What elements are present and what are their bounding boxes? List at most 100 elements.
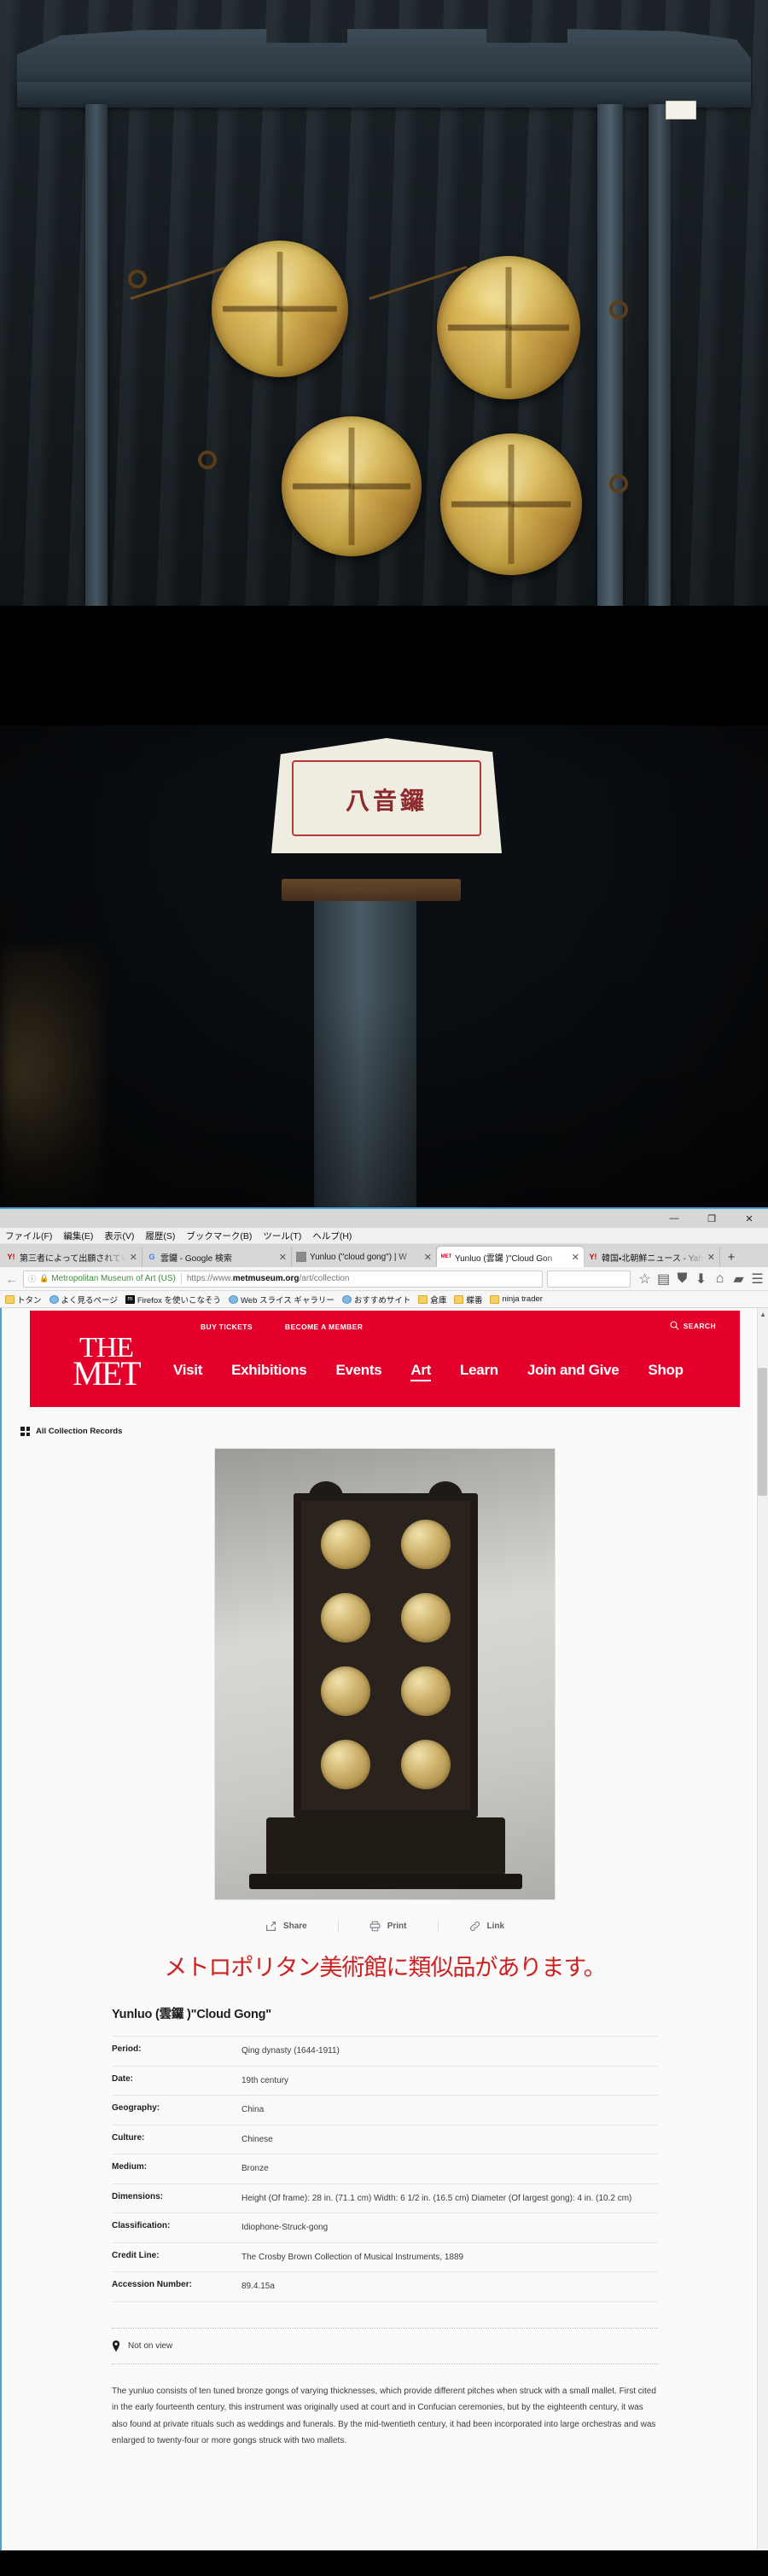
print-button[interactable]: Print: [337, 1921, 438, 1932]
menu-history[interactable]: 履歴(S): [145, 1230, 175, 1242]
browser-tab-3[interactable]: Yunluo ("cloud gong") | W ✕: [292, 1247, 437, 1267]
scrollbar-thumb[interactable]: [758, 1368, 767, 1496]
reader-icon[interactable]: ▤: [657, 1272, 670, 1287]
nav-art[interactable]: Art: [410, 1362, 431, 1381]
menu-view[interactable]: 表示(V): [104, 1230, 134, 1242]
menu-help[interactable]: ヘルプ(H): [312, 1230, 352, 1242]
browser-tab-2[interactable]: G 雲鑼 - Google 検索 ✕: [143, 1247, 292, 1267]
buy-tickets-link[interactable]: BUY TICKETS: [201, 1323, 253, 1331]
browser-tab-4-active[interactable]: MET Yunluo (雲鑼 )"Cloud Gon ✕: [437, 1247, 584, 1267]
menu-icon[interactable]: ☰: [751, 1272, 764, 1287]
gong: [401, 1666, 451, 1716]
gong-4: [440, 433, 582, 575]
folder-icon: [490, 1294, 500, 1304]
globe-icon: [229, 1294, 239, 1304]
vignette: [0, 606, 768, 1207]
bookmark-item[interactable]: おすすめサイト: [341, 1294, 410, 1305]
maximize-button[interactable]: ❐: [693, 1209, 730, 1228]
window-titlebar: — ❐ ✕: [0, 1207, 768, 1228]
become-member-link[interactable]: BECOME A MEMBER: [285, 1323, 363, 1331]
gong-row-3: [305, 1655, 466, 1727]
met-logo[interactable]: THE MET: [57, 1334, 155, 1391]
bookmark-item[interactable]: 倉庫: [418, 1294, 446, 1305]
page-icon: [296, 1252, 306, 1262]
breadcrumb[interactable]: All Collection Records: [20, 1427, 768, 1436]
gong-hook: [198, 451, 217, 469]
field-value: Height (Of frame): 28 in. (71.1 cm) Widt…: [241, 2193, 632, 2203]
star-icon[interactable]: ☆: [638, 1272, 651, 1287]
pocket-icon[interactable]: ⛊: [676, 1271, 689, 1286]
globe-icon: [49, 1294, 59, 1304]
home-icon[interactable]: ⌂: [713, 1271, 726, 1286]
field-value: Idiophone-Struck-gong: [241, 2223, 329, 2232]
print-label: Print: [387, 1922, 407, 1931]
object-title: Yunluo (雲鑼 )"Cloud Gong": [112, 2008, 271, 2021]
toolbar-icons: ☆ ▤ ⛊ ⬇ ⌂ ▰ ☰: [635, 1271, 764, 1287]
rack-finial-left: [309, 1481, 343, 1497]
gong-hook: [128, 270, 147, 288]
stand-top-rail-lower: [17, 82, 751, 108]
tab-close-icon[interactable]: ✕: [707, 1252, 715, 1263]
browser-tab-5[interactable]: Y! 韓国・北朝鮮ニュース - Yaho ✕: [584, 1247, 720, 1267]
link-label: Link: [486, 1922, 505, 1931]
location-status: Not on view: [112, 2329, 658, 2364]
tab-label: Yunluo (雲鑼 )"Cloud Gon: [455, 1253, 553, 1264]
field-label: Geography:: [112, 2103, 160, 2113]
scroll-up-icon[interactable]: ▲: [759, 1311, 766, 1318]
artwork-image[interactable]: [214, 1448, 556, 1900]
new-tab-button[interactable]: +: [720, 1247, 742, 1267]
page-scrollbar[interactable]: ▲: [757, 1308, 768, 2576]
bookmark-item[interactable]: 蝶番: [454, 1294, 482, 1305]
gong-hook: [609, 474, 628, 493]
menu-bookmarks[interactable]: ブックマーク(B): [186, 1230, 252, 1242]
gong-1: [212, 241, 348, 377]
back-button[interactable]: ←: [4, 1271, 19, 1286]
share-button[interactable]: Share: [235, 1921, 338, 1932]
browser-tab-1[interactable]: Y! 第三者によって出願されてい ✕: [2, 1247, 143, 1267]
info-icon[interactable]: ⓘ: [28, 1273, 36, 1284]
close-button[interactable]: ✕: [730, 1209, 768, 1228]
bookmark-label: よく見るページ: [61, 1295, 118, 1305]
bookmark-item[interactable]: ninja trader: [490, 1294, 543, 1304]
site-identity[interactable]: 🔒 Metropolitan Museum of Art (US): [39, 1274, 176, 1283]
tab-close-icon[interactable]: ✕: [130, 1252, 137, 1263]
bookmark-item[interactable]: トタン: [5, 1294, 42, 1305]
tab-close-icon[interactable]: ✕: [424, 1252, 432, 1263]
table-row: Accession Number: 89.4.15a: [112, 2271, 658, 2301]
nav-exhibitions[interactable]: Exhibitions: [231, 1362, 307, 1381]
tab-close-icon[interactable]: ✕: [572, 1252, 579, 1263]
field-value: 89.4.15a: [241, 2282, 275, 2291]
object-actions: Share Print Link: [2, 1921, 768, 1932]
menu-edit[interactable]: 編集(E): [63, 1230, 93, 1242]
table-row: Classification: Idiophone-Struck-gong: [112, 2213, 658, 2243]
bookmark-label: 蝶番: [466, 1295, 483, 1305]
gong: [321, 1593, 370, 1643]
bookmark-item[interactable]: m Firefox を使いこなそう: [125, 1294, 221, 1305]
firefox-window: — ❐ ✕ ファイル(F) 編集(E) 表示(V) 履歴(S) ブックマーク(B…: [0, 1207, 768, 2576]
nav-join-and-give[interactable]: Join and Give: [527, 1362, 620, 1381]
gong-row-4: [305, 1729, 466, 1800]
link-button[interactable]: Link: [437, 1921, 536, 1932]
museum-tag: [666, 101, 696, 119]
table-row: Medium: Bronze: [112, 2154, 658, 2184]
tab-strip: Y! 第三者によって出願されてい ✕ G 雲鑼 - Google 検索 ✕ Yu…: [0, 1244, 768, 1267]
field-label: Period:: [112, 2044, 142, 2054]
menu-tools[interactable]: ツール(T): [263, 1230, 301, 1242]
navigation-toolbar: ← ⓘ 🔒 Metropolitan Museum of Art (US) ht…: [0, 1267, 768, 1291]
met-search-button[interactable]: SEARCH: [670, 1321, 716, 1330]
menu-file[interactable]: ファイル(F): [5, 1230, 52, 1242]
address-bar[interactable]: ⓘ 🔒 Metropolitan Museum of Art (US) http…: [23, 1270, 543, 1288]
yahoo-icon: Y!: [7, 1253, 15, 1261]
nav-shop[interactable]: Shop: [648, 1362, 684, 1381]
met-site-header: BUY TICKETS BECOME A MEMBER SEARCH THE M…: [30, 1311, 740, 1407]
nav-events[interactable]: Events: [335, 1362, 381, 1381]
bookmark-item[interactable]: Web スライス ギャラリー: [229, 1294, 335, 1305]
minimize-button[interactable]: —: [655, 1209, 693, 1228]
search-bar[interactable]: [547, 1270, 631, 1288]
nav-visit[interactable]: Visit: [173, 1362, 202, 1381]
sidebar-icon[interactable]: ▰: [732, 1272, 745, 1287]
nav-learn[interactable]: Learn: [460, 1362, 498, 1381]
download-icon[interactable]: ⬇: [695, 1272, 707, 1287]
tab-close-icon[interactable]: ✕: [279, 1252, 287, 1263]
bookmark-item[interactable]: よく見るページ: [49, 1294, 118, 1305]
